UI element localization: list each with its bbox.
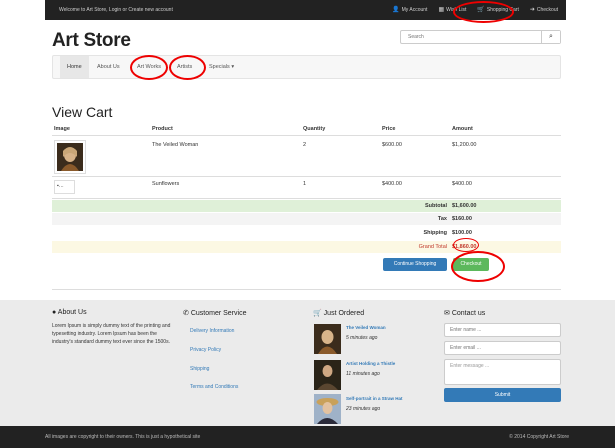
about-title-label: About Us — [57, 309, 87, 316]
search-button[interactable]: ⌕ — [541, 31, 560, 43]
nav-about[interactable]: About Us — [97, 56, 120, 78]
search-input[interactable] — [401, 31, 541, 43]
cart-product-name[interactable]: The Veiled Woman — [152, 142, 198, 148]
cart-product-name[interactable]: Sunflowers — [152, 181, 179, 187]
shipping-label: Shipping — [423, 230, 447, 236]
tax-value: $160.00 — [452, 216, 472, 222]
just-ordered-item-time: 5 minutes ago — [346, 335, 378, 341]
just-ordered-item-title[interactable]: Artist Holding a Thistle — [346, 361, 395, 366]
col-quantity-header: Quantity — [303, 126, 326, 132]
gift-icon: ▦ — [438, 7, 445, 13]
delivery-info-link[interactable]: Delivery Information — [190, 328, 234, 334]
shipping-link[interactable]: Shipping — [190, 366, 209, 372]
my-account-link[interactable]: 👤 My Account — [392, 6, 427, 13]
just-ordered-item-title[interactable]: Self-portrait in a Straw Hat — [346, 396, 403, 401]
continue-shopping-button[interactable]: Continue Shopping — [383, 258, 447, 271]
veiled-woman-thumbnail[interactable] — [314, 324, 341, 354]
terms-link[interactable]: Terms and Conditions — [190, 384, 238, 390]
footer: ● About Us Lorem Ipsum is simply dummy t… — [0, 300, 615, 426]
content-divider — [52, 289, 561, 290]
annotation-circle-grand-total — [453, 238, 479, 252]
subtotal-row: Subtotal $1,600.00 — [52, 200, 561, 212]
grand-total-label: Grand Total — [418, 244, 447, 250]
message-input[interactable]: Enter message ... — [444, 359, 561, 385]
name-input[interactable] — [444, 323, 561, 337]
row-divider — [52, 198, 561, 199]
brand-logo[interactable]: Art Store — [52, 30, 131, 52]
email-input[interactable] — [444, 341, 561, 355]
privacy-policy-link[interactable]: Privacy Policy — [190, 347, 221, 353]
tax-row: Tax $160.00 — [52, 213, 561, 225]
row-divider — [52, 176, 561, 177]
cart-amount: $400.00 — [452, 181, 472, 187]
cart-amount: $1,200.00 — [452, 142, 477, 148]
arrow-right-icon: ➜ — [529, 7, 535, 13]
col-product-header: Product — [152, 126, 173, 132]
cart-row-thumbnail[interactable]: ▪… — [54, 180, 75, 194]
checkout-label: Checkout — [536, 7, 558, 13]
my-account-label: My Account — [401, 7, 428, 13]
copyright-year: © 2014 Copyright Art Store — [509, 434, 569, 440]
info-icon: ● — [52, 309, 57, 316]
shipping-value: $100.00 — [452, 230, 472, 236]
shipping-row: Shipping $100.00 — [52, 227, 561, 239]
subtotal-value: $1,600.00 — [452, 203, 477, 209]
tax-label: Tax — [437, 216, 447, 222]
welcome-text[interactable]: Welcome to Art Store, Login or Create ne… — [59, 7, 173, 13]
about-text: Lorem Ipsum is simply dummy text of the … — [52, 323, 171, 345]
main-nav: Home About Us Art Works Artists Specials… — [52, 55, 561, 79]
straw-hat-thumbnail[interactable] — [314, 394, 341, 424]
cart-row-thumbnail[interactable] — [54, 140, 86, 174]
broken-image-icon: ▪… — [57, 183, 64, 189]
checkout-link[interactable]: ➜ Checkout — [530, 6, 558, 13]
search-icon: ⌕ — [549, 33, 553, 40]
copyright-notice: All images are copyright to their owners… — [45, 434, 201, 440]
contact-title-label: Contact us — [451, 310, 486, 317]
just-ordered-label: Just Ordered — [323, 310, 365, 317]
about-title: ● About Us — [52, 309, 87, 316]
annotation-circle-checkout — [451, 251, 505, 282]
just-ordered-title: 🛒 Just Ordered — [313, 309, 364, 317]
envelope-icon: ✉ — [444, 310, 450, 317]
annotation-circle-shopping-cart — [453, 1, 514, 23]
subtotal-label: Subtotal — [425, 203, 447, 209]
cart-price: $400.00 — [382, 181, 402, 187]
cart-icon: 🛒 — [313, 310, 322, 317]
annotation-circle-artists — [169, 55, 206, 80]
search-box: ⌕ — [400, 30, 561, 44]
nav-home[interactable]: Home — [60, 56, 89, 78]
annotation-circle-art-works — [130, 55, 168, 80]
col-image-header: Image — [54, 126, 70, 132]
veiled-woman-thumbnail — [57, 143, 83, 171]
col-price-header: Price — [382, 126, 396, 132]
bottom-bar: All images are copyright to their owners… — [0, 426, 615, 448]
phone-icon: ✆ — [183, 310, 189, 317]
customer-service-title: ✆ Customer Service — [183, 309, 246, 317]
submit-button[interactable]: Submit — [444, 388, 561, 402]
cart-quantity: 2 — [303, 142, 307, 148]
page-title: View Cart — [52, 104, 113, 120]
caret-down-icon: ▾ — [231, 64, 235, 70]
just-ordered-item-time: 11 minutes ago — [346, 371, 380, 377]
user-icon: 👤 — [392, 7, 400, 13]
nav-specials-label: Specials — [209, 64, 230, 70]
col-amount-header: Amount — [452, 126, 473, 132]
contact-title: ✉ Contact us — [444, 309, 485, 317]
top-bar: Welcome to Art Store, Login or Create ne… — [0, 0, 615, 20]
just-ordered-item-title[interactable]: The Veiled Woman — [346, 325, 386, 330]
nav-specials[interactable]: Specials ▾ — [209, 56, 234, 78]
just-ordered-item-time: 23 minutes ago — [346, 406, 381, 412]
cart-quantity: 1 — [303, 181, 307, 187]
cart-price: $600.00 — [382, 142, 402, 148]
artist-thistle-thumbnail[interactable] — [314, 360, 341, 390]
customer-service-label: Customer Service — [190, 310, 247, 317]
table-header-divider — [52, 135, 561, 136]
